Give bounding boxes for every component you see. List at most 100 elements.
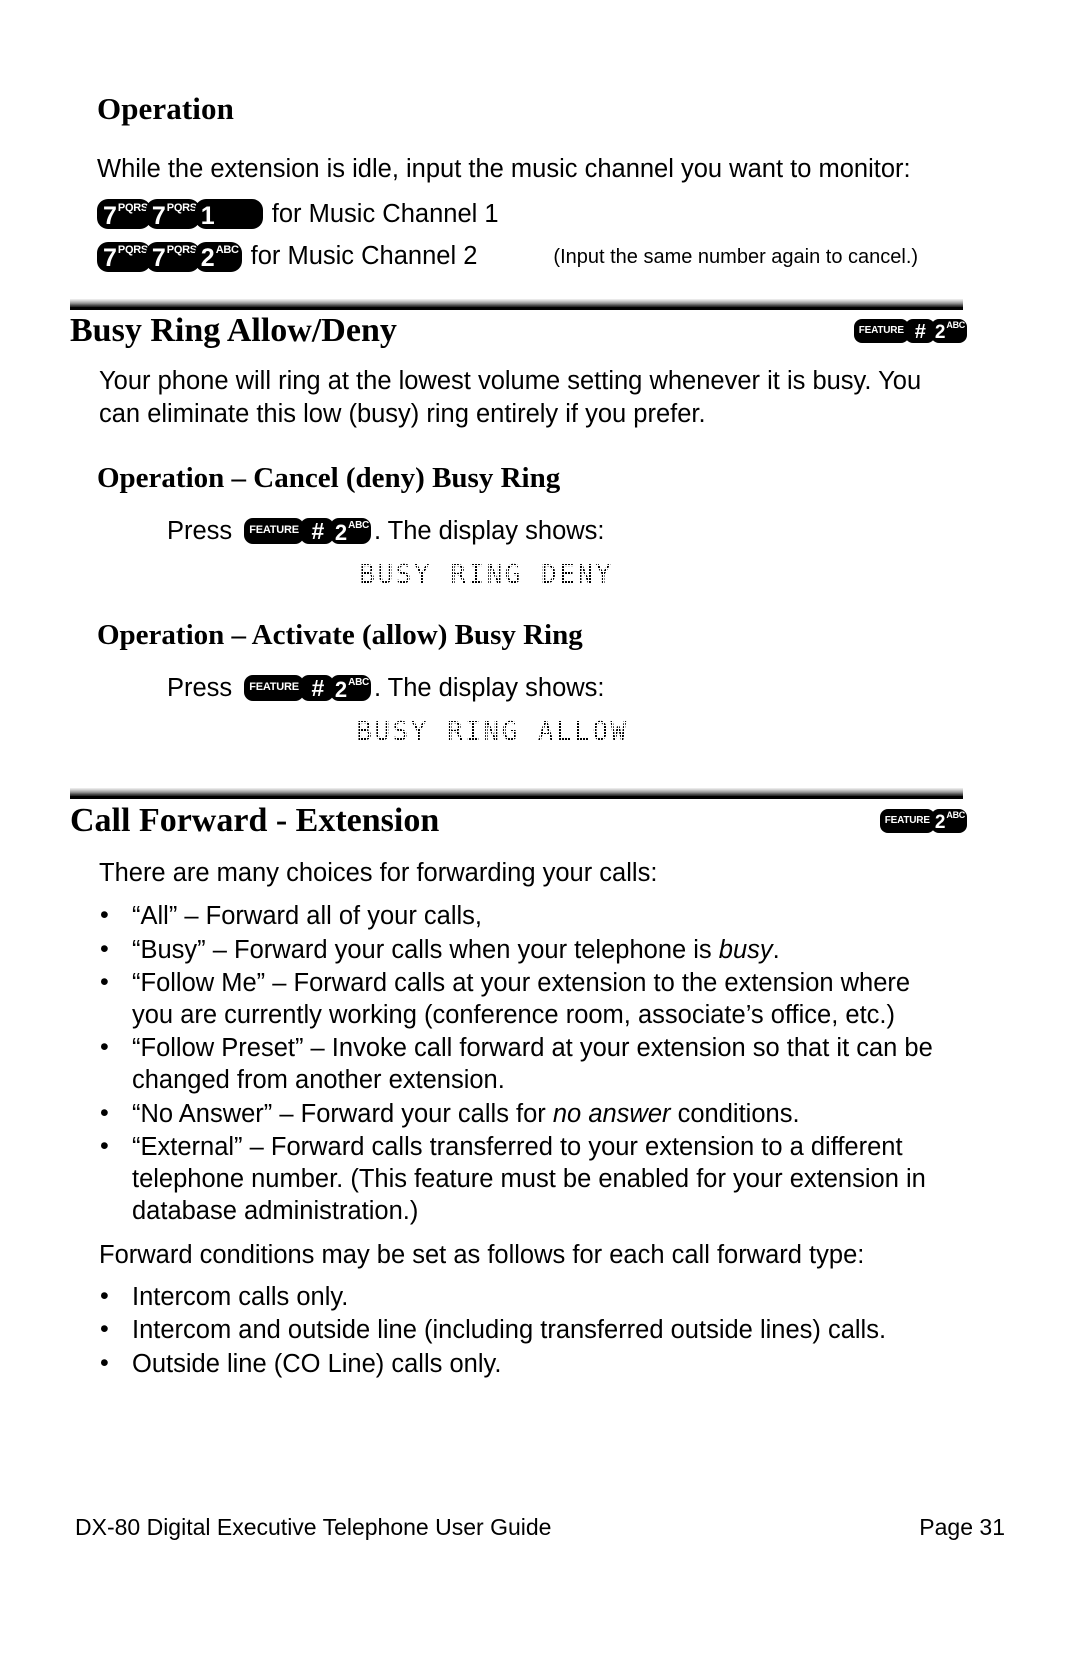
key-2-abc[interactable]: 2 ABC [930, 808, 967, 833]
rule-underline [70, 307, 963, 310]
key-letters: PQRS [117, 244, 148, 257]
list-item: “All” – Forward all of your calls, [70, 900, 955, 933]
key-letters: PQRS [117, 201, 148, 214]
forward-conditions-list: Intercom calls only. Intercom and outsid… [70, 1281, 955, 1381]
key-letters: ABC [348, 519, 369, 531]
busy-ring-subsection: Operation – Activate (allow) Busy Ring P… [70, 618, 963, 749]
key-digit: 2 [934, 812, 946, 833]
key-1[interactable]: 1 [194, 199, 263, 230]
choice-text: “External” – Forward calls transferred t… [132, 1133, 926, 1225]
key-feature[interactable]: FEATURE [853, 318, 909, 343]
key-hash-glyph: # [311, 518, 325, 544]
key-7-pqrs[interactable]: 7 PQRS [97, 199, 151, 230]
key-letters: ABC [946, 810, 965, 821]
press-label: Press [167, 516, 233, 545]
lcd-display-line: BUSY RING ALLOW [70, 716, 963, 749]
busy-ring-allow-heading: Operation – Activate (allow) Busy Ring [97, 618, 583, 651]
list-item: “Follow Preset” – Invoke call forward at… [70, 1032, 955, 1096]
rule-gradient-bar [70, 788, 963, 796]
choice-text: “No Answer” – Forward your calls for [132, 1099, 553, 1128]
list-item: “Follow Me” – Forward calls at your exte… [70, 967, 955, 1031]
press-after-text: . The display shows: [373, 673, 605, 702]
list-item: “No Answer” – Forward your calls for no … [70, 1098, 955, 1131]
key-2-abc[interactable]: 2 ABC [329, 674, 371, 701]
music-channel-note: (Input the same number again to cancel.) [553, 245, 919, 268]
choice-tail: . [772, 935, 780, 964]
music-channel-line: 7 PQRS 7 PQRS 2 ABC for Music Channel 2 … [97, 240, 977, 273]
key-hash[interactable]: # [299, 517, 334, 544]
busy-ring-subsection: Operation – Cancel (deny) Busy Ring Pres… [70, 461, 963, 592]
key-7-pqrs[interactable]: 7 PQRS [97, 241, 151, 272]
key-sequence[interactable]: FEATURE # 2 ABC [244, 517, 371, 544]
operation-music-heading: Operation [97, 91, 234, 126]
footer-page-number: Page 31 [919, 1514, 1005, 1540]
press-label: Press [167, 673, 233, 702]
choice-text: “Follow Me” – Forward calls at your exte… [132, 969, 911, 1029]
section-busy-ring: Busy Ring Allow/Deny FEATURE # 2 ABC You… [70, 312, 967, 749]
key-digit: 7 [103, 201, 117, 230]
list-item: Outside line (CO Line) calls only. [70, 1348, 955, 1381]
music-channel-label: for Music Channel 1 [271, 199, 499, 228]
busy-ring-title: Busy Ring Allow/Deny [70, 312, 397, 349]
list-item: “External” – Forward calls transferred t… [70, 1131, 955, 1227]
lcd-display-text: BUSY RING DENY [357, 559, 616, 592]
call-forward-header-key-sequence[interactable]: FEATURE 2 ABC [879, 808, 967, 833]
key-hash[interactable]: # [299, 674, 334, 701]
key-letters: ABC [215, 244, 239, 257]
section-operation-music: Operation While the extension is idle, i… [97, 91, 977, 273]
choice-text: “Follow Preset” – Invoke call forward at… [132, 1034, 933, 1095]
key-7-pqrs[interactable]: 7 PQRS [145, 241, 200, 272]
key-digit: 2 [334, 519, 348, 544]
key-feature-label: FEATURE [858, 324, 904, 336]
key-sequence[interactable]: 7 PQRS 7 PQRS 1 [97, 199, 263, 230]
list-item: Intercom calls only. [70, 1281, 955, 1314]
key-feature-label: FEATURE [249, 681, 299, 694]
key-feature-label: FEATURE [249, 524, 299, 537]
key-letters: ABC [348, 676, 369, 688]
key-digit: 7 [103, 244, 117, 272]
key-feature[interactable]: FEATURE [244, 517, 304, 544]
key-feature-label: FEATURE [884, 814, 930, 826]
key-digit: 1 [200, 201, 215, 230]
music-channel-line: 7 PQRS 7 PQRS 1 for Music Channel 1 [97, 198, 977, 231]
rule-underline [70, 796, 963, 799]
list-item: “Busy” – Forward your calls when your te… [70, 934, 955, 967]
key-letters: PQRS [166, 201, 197, 214]
key-2-abc[interactable]: 2 ABC [329, 517, 371, 544]
key-digit: 7 [151, 201, 166, 230]
footer-document-title: DX-80 Digital Executive Telephone User G… [75, 1514, 552, 1540]
operation-music-intro: While the extension is idle, input the m… [97, 155, 911, 184]
music-channel-label: for Music Channel 2 [250, 242, 478, 271]
list-item: Intercom and outside line (including tra… [70, 1314, 955, 1347]
lcd-display-line: BUSY RING DENY [70, 559, 963, 592]
rule-gradient-bar [70, 299, 963, 307]
key-feature[interactable]: FEATURE [879, 808, 935, 833]
key-hash-glyph: # [914, 320, 926, 343]
key-digit: 2 [334, 676, 348, 701]
key-digit: 2 [934, 322, 946, 343]
condition-text: Intercom and outside line (including tra… [132, 1316, 887, 1345]
busy-ring-header-row: Busy Ring Allow/Deny FEATURE # 2 ABC [70, 312, 967, 349]
forward-conditions-intro: Forward conditions may be set as follows… [99, 1241, 865, 1270]
condition-text: Intercom calls only. [132, 1282, 349, 1311]
press-instruction-line: Press FEATURE # 2 ABC . The display show… [167, 515, 963, 548]
key-sequence[interactable]: 7 PQRS 7 PQRS 2 ABC [97, 241, 242, 272]
busy-ring-deny-heading: Operation – Cancel (deny) Busy Ring [97, 461, 561, 494]
key-7-pqrs[interactable]: 7 PQRS [145, 199, 200, 230]
choice-tail: conditions. [670, 1099, 800, 1128]
call-forward-choice-list: “All” – Forward all of your calls, “Busy… [70, 900, 955, 1227]
condition-text: Outside line (CO Line) calls only. [132, 1349, 502, 1378]
key-2-abc[interactable]: 2 ABC [930, 318, 967, 343]
choice-emphasis: no answer [552, 1099, 671, 1128]
press-instruction-line: Press FEATURE # 2 ABC . The display show… [167, 672, 963, 705]
key-feature[interactable]: FEATURE [244, 674, 304, 701]
key-2-abc[interactable]: 2 ABC [194, 241, 242, 272]
key-sequence[interactable]: FEATURE # 2 ABC [244, 674, 371, 701]
section-divider-rule [70, 299, 963, 310]
call-forward-title: Call Forward - Extension [70, 802, 440, 839]
choice-text: “Busy” – Forward your calls when your te… [132, 935, 719, 964]
key-letters: ABC [946, 320, 965, 331]
key-letters: PQRS [166, 244, 197, 257]
section-divider-rule [70, 788, 963, 799]
busy-ring-header-key-sequence[interactable]: FEATURE # 2 ABC [853, 318, 967, 343]
